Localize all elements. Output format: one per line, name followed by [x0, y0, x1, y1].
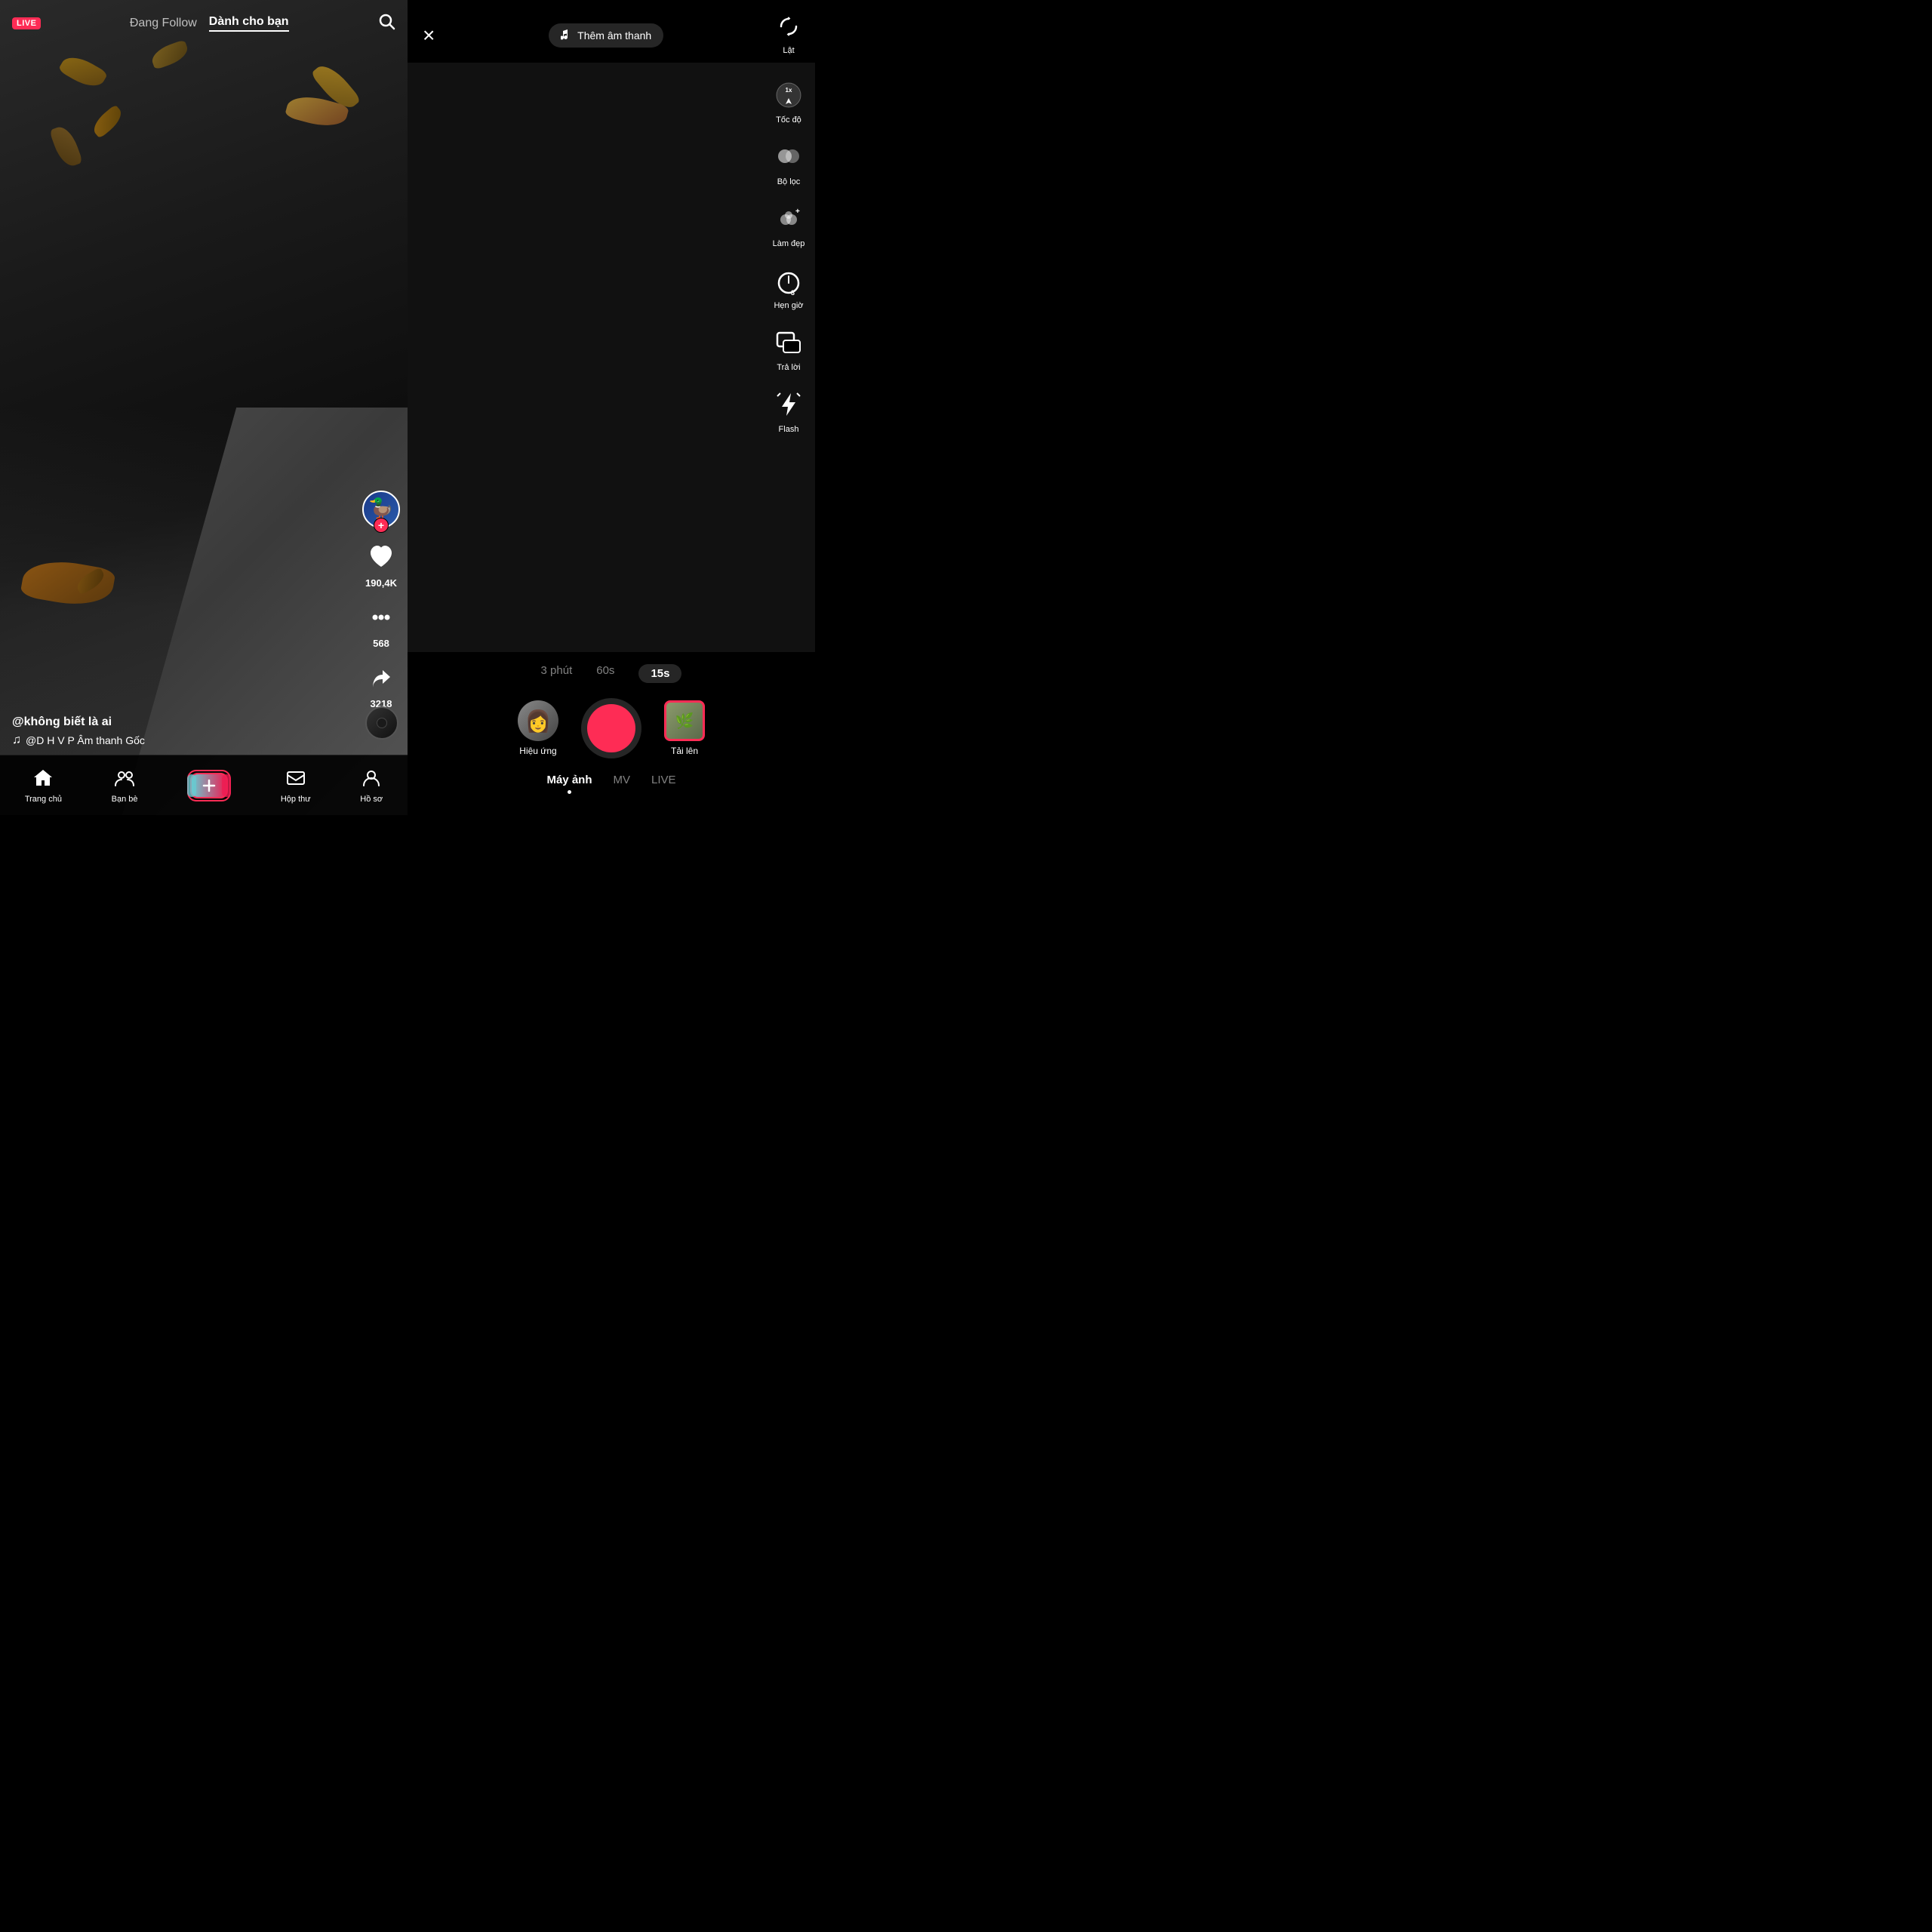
timer-icon: 3: [771, 263, 806, 298]
comment-action[interactable]: 568: [368, 604, 395, 649]
upload-button[interactable]: 🌿 Tải lên: [664, 700, 705, 756]
avatar-emoji: 🦆: [368, 499, 395, 520]
capture-row: 👩 Hiệu ứng 🌿 Tải lên: [423, 698, 800, 758]
inbox-icon: [285, 768, 306, 792]
create-button-wrapper[interactable]: [187, 770, 231, 801]
camera-bottom: 3 phút 60s 15s 👩 Hiệu ứng 🌿 Tải lên: [408, 652, 815, 815]
svg-text:+: +: [795, 208, 800, 216]
speed-tool[interactable]: 1x Tốc độ: [771, 78, 806, 125]
vinyl-disc: [365, 706, 398, 740]
leaf-decoration: [49, 123, 83, 169]
flip-button[interactable]: Lật: [777, 15, 800, 55]
upload-thumbnail: 🌿: [664, 700, 705, 741]
like-action[interactable]: 190,4K: [365, 543, 397, 589]
camera-tools: 1x Tốc độ Bộ lọc: [771, 78, 806, 434]
video-background: [0, 0, 408, 815]
nav-profile[interactable]: Hồ sơ: [360, 768, 383, 804]
follow-plus-badge[interactable]: +: [374, 518, 389, 533]
upload-label: Tải lên: [671, 746, 698, 756]
mode-camera-label: Máy ảnh: [546, 774, 592, 786]
bottom-navigation: Trang chủ Bạn bè: [0, 755, 408, 815]
speed-label: Tốc độ: [776, 115, 801, 125]
profile-icon: [361, 768, 382, 792]
flip-icon: [777, 15, 800, 43]
filter-label: Bộ lọc: [777, 177, 801, 186]
flash-tool[interactable]: Flash: [771, 387, 806, 434]
camera-topbar: × Thêm âm thanh Lật: [408, 0, 815, 63]
add-sound-label: Thêm âm thanh: [577, 29, 651, 42]
mode-live-label[interactable]: LIVE: [651, 774, 676, 794]
left-panel: LIVE Đang Follow Dành cho bạn 🦆 +: [0, 0, 408, 815]
svg-text:1x: 1x: [786, 87, 792, 94]
timer-tool[interactable]: 3 Hẹn giờ: [771, 263, 806, 310]
mode-mv-label[interactable]: MV: [613, 774, 630, 794]
duration-15s[interactable]: 15s: [638, 664, 681, 683]
filter-icon: [771, 140, 806, 174]
leaf-decoration: [20, 555, 116, 611]
share-icon: [368, 664, 395, 695]
profile-label: Hồ sơ: [360, 795, 383, 804]
speed-icon: 1x: [771, 78, 806, 112]
leaf-decoration: [89, 104, 126, 139]
filter-tool[interactable]: Bộ lọc: [771, 140, 806, 186]
flash-icon: [771, 387, 806, 422]
capture-button[interactable]: [581, 698, 641, 758]
comment-count: 568: [373, 638, 389, 649]
nav-inbox[interactable]: Hộp thư: [281, 768, 311, 804]
music-row[interactable]: ♫ @D H V P Âm thanh Gốc: [12, 734, 347, 747]
nav-home[interactable]: Trang chủ: [25, 768, 62, 804]
like-count: 190,4K: [365, 577, 397, 589]
effect-label: Hiệu ứng: [519, 746, 556, 756]
reply-label: Trả lời: [777, 363, 800, 372]
nav-friends[interactable]: Bạn bè: [112, 768, 138, 804]
duration-60s[interactable]: 60s: [596, 664, 614, 683]
effect-avatar: 👩: [518, 700, 558, 741]
share-action[interactable]: 3218: [368, 664, 395, 709]
leaf-decoration: [149, 39, 191, 70]
tab-for-you[interactable]: Dành cho bạn: [209, 15, 289, 32]
flash-label: Flash: [779, 425, 799, 434]
reply-icon: [771, 325, 806, 360]
top-navigation: LIVE Đang Follow Dành cho bạn: [0, 0, 408, 41]
close-button[interactable]: ×: [423, 25, 435, 46]
create-button[interactable]: [190, 773, 228, 798]
live-badge: LIVE: [12, 17, 41, 29]
home-icon: [32, 768, 54, 792]
video-info: @không biết là ai ♫ @D H V P Âm thanh Gố…: [12, 715, 347, 747]
beauty-label: Làm đẹp: [773, 239, 805, 248]
effect-button[interactable]: 👩 Hiệu ứng: [518, 700, 558, 756]
friends-icon: [114, 768, 135, 792]
camera-viewport: 1x Tốc độ Bộ lọc: [408, 63, 815, 652]
creator-username[interactable]: @không biết là ai: [12, 715, 347, 729]
beauty-tool[interactable]: + Làm đẹp: [771, 202, 806, 248]
heart-icon: [368, 543, 395, 574]
friends-label: Bạn bè: [112, 795, 138, 804]
inbox-label: Hộp thư: [281, 795, 311, 804]
nav-create[interactable]: [187, 770, 231, 801]
vinyl-inner: [377, 718, 387, 728]
comment-icon: [368, 604, 395, 635]
right-action-buttons: 🦆 + 190,4K 568: [362, 491, 400, 709]
music-note-icon: ♫: [12, 734, 21, 747]
capture-button-inner: [587, 704, 635, 752]
search-icon[interactable]: [377, 12, 395, 35]
tab-following[interactable]: Đang Follow: [130, 17, 197, 30]
home-label: Trang chủ: [25, 795, 62, 804]
add-sound-button[interactable]: Thêm âm thanh: [549, 23, 663, 48]
music-text: @D H V P Âm thanh Gốc: [26, 734, 145, 746]
duration-3min[interactable]: 3 phút: [541, 664, 573, 683]
mode-tabs: Máy ảnh MV LIVE: [423, 774, 800, 800]
mode-active-dot: [568, 790, 571, 794]
reply-tool[interactable]: Trả lời: [771, 325, 806, 372]
flip-label: Lật: [783, 46, 794, 55]
user-avatar-container[interactable]: 🦆 +: [362, 491, 400, 528]
duration-selector: 3 phút 60s 15s: [423, 664, 800, 683]
leaf-decoration: [58, 51, 109, 93]
svg-text:3: 3: [791, 289, 795, 295]
timer-label: Hẹn giờ: [774, 301, 803, 310]
mode-camera-tab[interactable]: Máy ảnh: [546, 774, 592, 794]
nav-tabs: Đang Follow Dành cho bạn: [130, 15, 289, 32]
beauty-icon: +: [771, 202, 806, 236]
right-panel-camera: × Thêm âm thanh Lật: [408, 0, 815, 815]
